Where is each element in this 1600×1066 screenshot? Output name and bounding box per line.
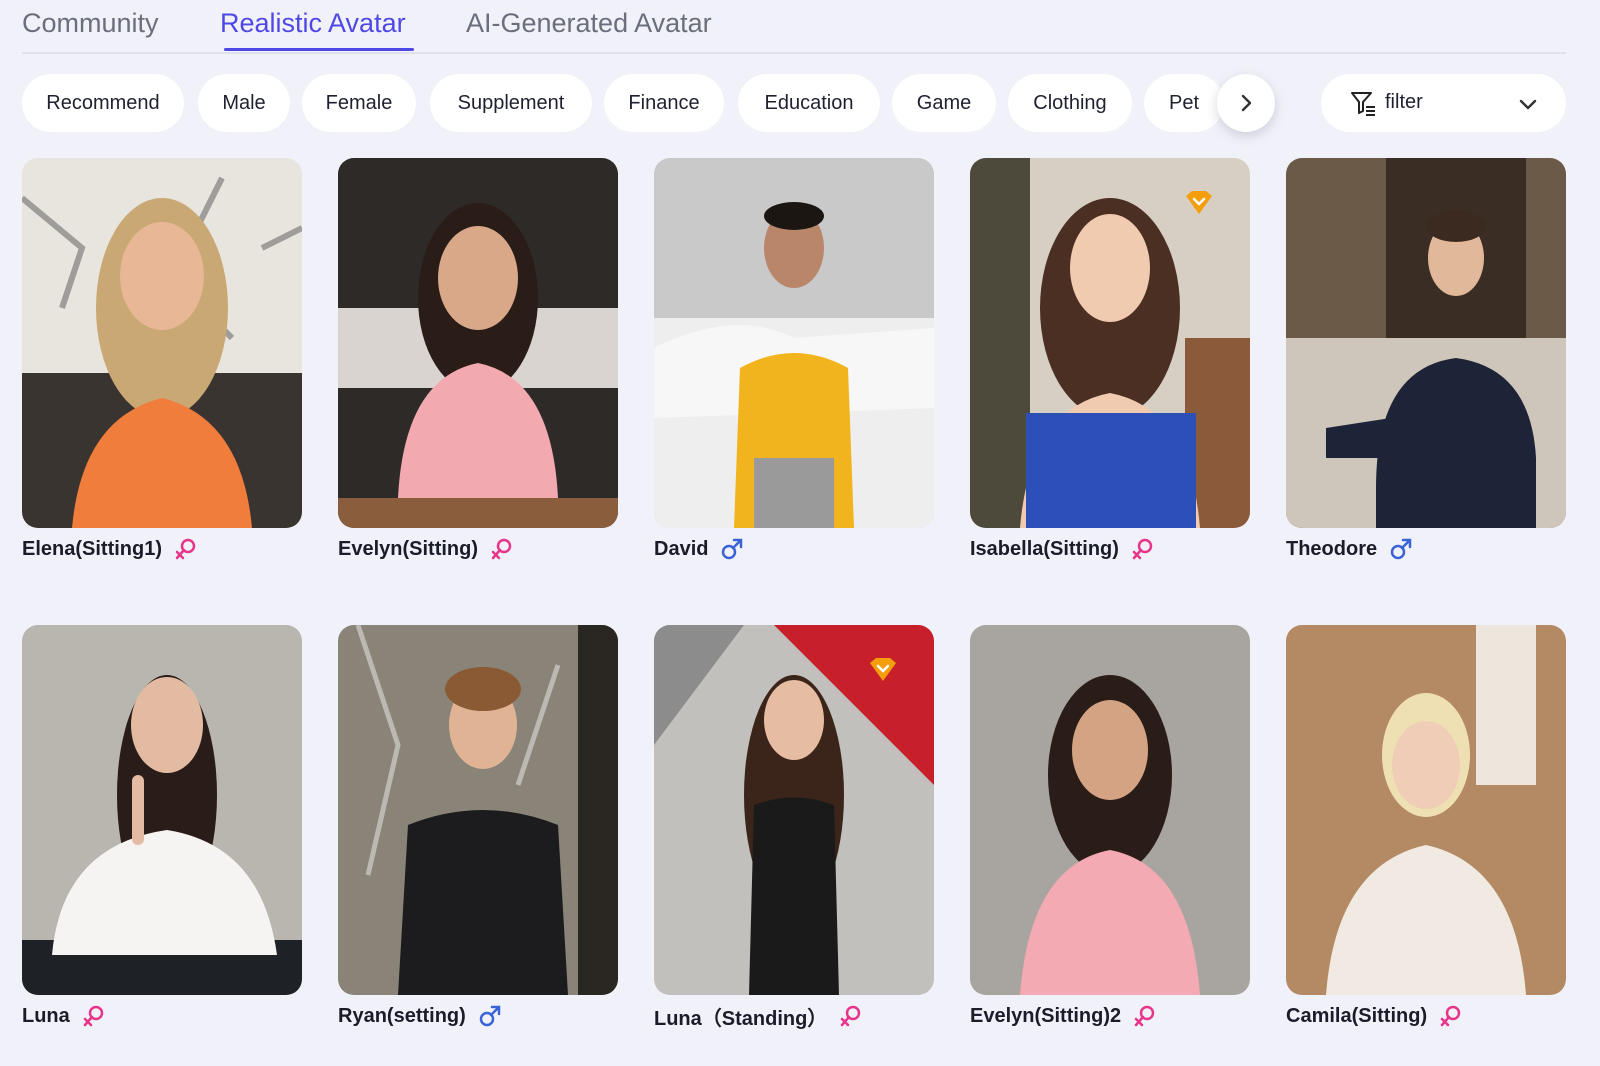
avatar-name-row: Camila(Sitting) (1286, 1001, 1463, 1031)
avatar-thumbnail (22, 625, 302, 995)
chip-pet[interactable]: Pet (1144, 74, 1224, 132)
chevron-down-icon (1517, 93, 1539, 120)
avatar-name-row: Evelyn(Sitting) (338, 534, 514, 564)
premium-badge-icon (1184, 190, 1214, 216)
chip-clothing[interactable]: Clothing (1008, 74, 1132, 132)
avatar-name-row: Ryan(setting) (338, 1001, 502, 1031)
avatar-thumbnail (970, 158, 1250, 528)
avatar-name-row: Elena(Sitting1) (22, 534, 198, 564)
avatar-thumbnail (338, 625, 618, 995)
avatar-name: Luna (22, 1004, 70, 1027)
avatar-card[interactable]: Evelyn(Sitting) (338, 158, 618, 588)
avatar-thumbnail (22, 158, 302, 528)
avatar-name-row: Luna (22, 1001, 106, 1031)
avatar-name: Luna（Standing） (654, 1007, 828, 1030)
avatar-name-row: Luna（Standing） (654, 1001, 863, 1031)
avatar-card[interactable]: Ryan(setting) (338, 625, 618, 1055)
avatar-thumbnail (1286, 625, 1566, 995)
avatar-card[interactable]: Camila(Sitting) (1286, 625, 1566, 1055)
tab-realistic-avatar[interactable]: Realistic Avatar (220, 8, 406, 39)
avatar-name: Isabella(Sitting) (970, 537, 1119, 560)
avatar-name: Ryan(setting) (338, 1004, 466, 1027)
avatar-thumbnail (1286, 158, 1566, 528)
female-icon (1131, 537, 1155, 561)
avatar-tabs: Community Realistic Avatar AI-Generated … (22, 0, 1566, 54)
tab-ai-generated-avatar[interactable]: AI-Generated Avatar (466, 8, 712, 39)
avatar-card[interactable]: Isabella(Sitting) (970, 158, 1250, 588)
avatar-name: Elena(Sitting1) (22, 537, 163, 560)
filter-dropdown[interactable]: filter (1321, 74, 1566, 132)
filter-label: filter (1385, 91, 1423, 113)
female-icon (1133, 1004, 1157, 1028)
avatar-thumbnail (654, 625, 934, 995)
avatar-card[interactable]: Luna（Standing） (654, 625, 934, 1055)
avatar-name-row: David (654, 534, 744, 564)
female-icon (490, 537, 514, 561)
avatar-card[interactable]: Elena(Sitting1) (22, 158, 302, 588)
avatar-name-row: Evelyn(Sitting)2 (970, 1001, 1157, 1031)
male-icon (1389, 537, 1413, 561)
chip-finance[interactable]: Finance (604, 74, 724, 132)
female-icon (839, 1004, 863, 1028)
filter-icon (1349, 89, 1377, 122)
female-icon (82, 1004, 106, 1028)
avatar-name: David (654, 537, 709, 560)
male-icon (478, 1004, 502, 1028)
tab-community[interactable]: Community (22, 8, 159, 39)
avatar-card[interactable]: Evelyn(Sitting)2 (970, 625, 1250, 1055)
chip-education[interactable]: Education (738, 74, 880, 132)
chip-supplement[interactable]: Supplement (430, 74, 592, 132)
chip-recommend[interactable]: Recommend (22, 74, 184, 132)
avatar-name: Camila(Sitting) (1286, 1004, 1428, 1027)
avatar-thumbnail (654, 158, 934, 528)
male-icon (720, 537, 744, 561)
chip-game[interactable]: Game (892, 74, 996, 132)
female-icon (174, 537, 198, 561)
avatar-card[interactable]: Theodore (1286, 158, 1566, 588)
avatar-name: Theodore (1286, 537, 1378, 560)
avatar-name-row: Isabella(Sitting) (970, 534, 1155, 564)
chip-male[interactable]: Male (198, 74, 290, 132)
avatar-thumbnail (338, 158, 618, 528)
female-icon (1439, 1004, 1463, 1028)
avatar-name-row: Theodore (1286, 534, 1413, 564)
chevron-right-icon[interactable] (1217, 74, 1275, 132)
avatar-card[interactable]: David (654, 158, 934, 588)
premium-badge-icon (868, 657, 898, 683)
avatar-thumbnail (970, 625, 1250, 995)
avatar-name: Evelyn(Sitting) (338, 537, 479, 560)
avatar-name: Evelyn(Sitting)2 (970, 1004, 1122, 1027)
avatar-card[interactable]: Luna (22, 625, 302, 1055)
chip-female[interactable]: Female (302, 74, 416, 132)
active-tab-indicator (224, 48, 414, 51)
